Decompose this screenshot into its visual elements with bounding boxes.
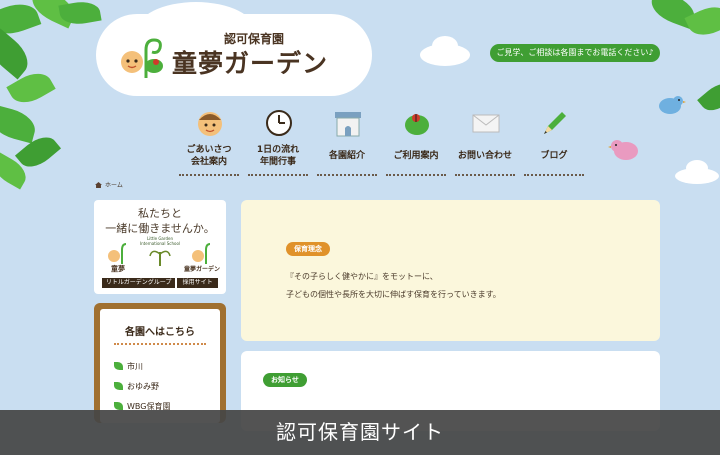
breadcrumb-home-link[interactable]: ホーム (105, 182, 123, 189)
blue-bird-icon (659, 96, 686, 114)
nav-item-greeting[interactable]: ごあいさつ 会社案内 (175, 108, 243, 178)
leaf-decoration (697, 77, 720, 117)
leaf-bullet-icon (114, 382, 123, 390)
mascot-logo-icon (121, 38, 163, 78)
nav-label: 各園紹介 (328, 151, 365, 161)
mascot-logo-icon (108, 243, 127, 264)
cloud-decoration (432, 36, 458, 56)
nav-divider (524, 174, 584, 176)
policy-tag: 保育理念 (286, 242, 330, 256)
nav-divider (386, 174, 446, 176)
policy-text: 『その子らしく健やかに』をモットーに、 子どもの個性や長所を大切に伸ばす保育を行… (286, 272, 501, 299)
nav-divider (455, 174, 515, 176)
recruit-logo-center: Little Garden International School (139, 236, 181, 246)
recruit-logo-right: 童夢ガーデン (183, 266, 220, 273)
building-icon (335, 112, 361, 137)
facilities-title: 各園へはこちら (125, 327, 195, 338)
contact-banner: ご見学、ご相談は各園までお電話ください♪ (490, 44, 660, 62)
leaf-decoration (0, 104, 39, 144)
cloud-decoration (686, 160, 708, 176)
recruit-logo-left: 童夢 (111, 265, 125, 273)
facility-link-ichikawa[interactable]: 市川 (114, 361, 143, 372)
leaf-ladybug-icon (405, 114, 429, 135)
leaf-bullet-icon (114, 402, 123, 410)
leaf-bullet-icon (114, 362, 123, 370)
nav-label: ごあいさつ 会社案内 (186, 145, 232, 167)
recruit-banner[interactable]: 私たちと 一緒に働きませんか。 童夢 Little Garden Interna… (94, 200, 226, 294)
child-face-icon (198, 112, 222, 136)
facilities-inner: 各園へはこちら 市川 おゆみ野 WBG保育園 (100, 309, 220, 423)
nav-divider (317, 174, 377, 176)
nav-item-contact[interactable]: お問い合わせ (451, 108, 519, 178)
clock-icon (266, 110, 292, 136)
breadcrumb[interactable]: ホーム (95, 180, 123, 189)
nav-divider (248, 174, 308, 176)
tree-logo-icon (149, 250, 171, 266)
recruit-title: 私たちと 一緒に働きませんか。 (105, 207, 215, 235)
nav-label: 1日の流れ 年間行事 (256, 145, 300, 167)
policy-section: 保育理念 『その子らしく健やかに』をモットーに、 子どもの個性や長所を大切に伸ば… (241, 200, 660, 341)
news-tag: お知らせ (263, 373, 307, 387)
mascot-logo-icon (192, 243, 211, 264)
facilities-divider (114, 343, 206, 345)
envelope-icon (472, 114, 500, 133)
pink-bird-icon (608, 140, 638, 160)
nav-item-blog[interactable]: ブログ (520, 108, 588, 178)
caption-bar: 認可保育園サイト (0, 410, 720, 455)
logo-title[interactable]: 童夢ガーデン (172, 44, 328, 80)
home-icon (95, 182, 102, 188)
nav-item-guide[interactable]: ご利用案内 (382, 108, 450, 178)
facilities-box: 各園へはこちら 市川 おゆみ野 WBG保育園 (94, 303, 226, 423)
recruit-group-label: リトルガーデングループ (102, 278, 176, 288)
nav-label: ご利用案内 (393, 151, 439, 161)
nav-label: お問い合わせ (457, 151, 512, 161)
facility-link-oyumino[interactable]: おゆみ野 (114, 381, 159, 392)
recruit-bar: リトルガーデングループ 採用サイト (102, 278, 218, 288)
nav-divider (179, 174, 239, 176)
nav-item-facilities[interactable]: 各園紹介 (313, 108, 381, 178)
nav-label: ブログ (540, 151, 568, 161)
recruit-site-label: 採用サイト (177, 278, 218, 288)
pencil-icon (544, 112, 566, 134)
leaf-decoration (0, 28, 36, 80)
nav-item-schedule[interactable]: 1日の流れ 年間行事 (244, 108, 312, 178)
